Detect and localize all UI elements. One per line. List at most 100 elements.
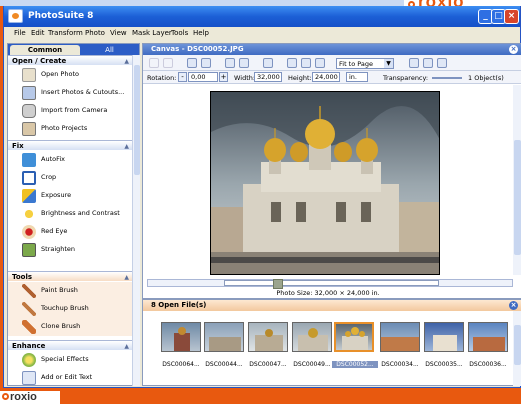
open-photo-icon [22,68,36,82]
thumbnail[interactable] [468,322,508,352]
item-brightness-contrast[interactable]: Brightness and Contrast [8,205,132,223]
menu-file[interactable]: File [14,29,26,37]
rotation-plus-button[interactable]: + [219,72,228,82]
item-import-camera[interactable]: Import from Camera [8,102,132,120]
text-icon [22,371,36,385]
height-field[interactable]: 24,000 [312,72,340,82]
red-eye-icon [22,225,36,239]
autofix-icon [22,153,36,167]
crop-icon [22,171,36,185]
transparency-slider[interactable] [432,77,462,79]
item-autofix[interactable]: AutoFix [8,151,132,169]
zoom-out-icon[interactable] [301,58,311,68]
thumbnail-caption-selected: DSC00052... [332,361,378,368]
section-enhance[interactable]: Enhance ▲ [8,340,132,350]
flip-vertical-icon[interactable] [201,58,211,68]
transparency-label: Transparency: [383,74,429,82]
canvas-horizontal-thumb[interactable] [224,279,439,289]
item-crop[interactable]: Crop [8,169,132,187]
flip-horizontal-icon[interactable] [187,58,197,68]
open-files-panel: 8 Open File(s) × DSC00064... DSC00044... … [142,299,521,386]
item-clone-brush[interactable]: Clone Brush [8,318,132,336]
thumbnail[interactable] [380,322,420,352]
touchup-brush-icon [22,302,36,316]
panel-scrollbar[interactable] [132,55,140,386]
item-straighten[interactable]: Straighten [8,241,132,259]
item-special-effects[interactable]: Special Effects [8,351,132,369]
menu-transform[interactable]: Transform [48,29,83,37]
rotate-left-icon[interactable] [225,58,235,68]
thumbnail[interactable] [204,322,244,352]
panel-tabs: Common All [8,44,139,55]
item-open-photo[interactable]: Open Photo [8,66,132,84]
zoom-actual-icon[interactable] [315,58,325,68]
menu-view[interactable]: View [110,29,127,37]
tab-common[interactable]: Common [10,45,80,55]
thumbnail[interactable] [248,322,288,352]
height-label: Height: [288,74,312,82]
thumbnail-caption: DSC00049... [293,361,331,368]
exposure-icon [22,189,36,203]
menu-mask-layer[interactable]: Mask Layer [132,29,172,37]
files-scrollbar[interactable] [513,311,521,386]
thumbnail-caption: DSC00047... [249,361,287,368]
rotation-field[interactable]: 0,00 [188,72,218,82]
menu-help[interactable]: Help [193,29,209,37]
thumbnail[interactable] [424,322,464,352]
title-bar: PhotoSuite 8 _ □ × [4,6,520,27]
redo-icon[interactable] [163,58,173,68]
canvas-vertical-thumb[interactable] [514,140,521,255]
photo-area [143,85,513,275]
thumbnail[interactable] [292,322,332,352]
thumbnail-caption: DSC00036... [469,361,507,368]
item-insert-photos[interactable]: Insert Photos & Cutouts... [8,84,132,102]
section-open-create[interactable]: Open / Create ▲ [8,55,132,65]
thumbnail-selected[interactable] [334,322,374,352]
align-icon[interactable] [263,58,273,68]
width-label: Width: [234,74,256,82]
rotation-label: Rotation: [147,74,177,82]
roxio-logo-icon [2,393,9,400]
item-exposure[interactable]: Exposure [8,187,132,205]
canvas-photo[interactable] [210,91,440,275]
undo-icon[interactable] [149,58,159,68]
rotation-minus-button[interactable]: - [178,72,187,82]
print-icon[interactable] [423,58,433,68]
save-icon[interactable] [409,58,419,68]
photosuite-app-icon [8,9,23,23]
email-icon[interactable] [437,58,447,68]
item-red-eye[interactable]: Red Eye [8,223,132,241]
thumbnail-caption: DSC00034... [381,361,419,368]
menu-tools[interactable]: Tools [171,29,188,37]
item-add-edit-text[interactable]: Add or Edit Text [8,369,132,387]
tab-all[interactable]: All [82,45,137,55]
close-button[interactable]: × [504,9,519,24]
files-close-icon[interactable]: × [509,301,518,310]
zoom-select[interactable]: Fit to Page ▼ [336,58,394,69]
properties-bar: Rotation: - 0,00 + Width: 32,000 Height:… [143,71,521,84]
open-files-title: 8 Open File(s) × [143,300,521,311]
unit-select[interactable]: in. [346,72,368,82]
panel-scroll-thumb[interactable] [134,65,140,175]
special-effects-icon [22,353,36,367]
item-photo-projects[interactable]: Photo Projects [8,120,132,138]
desktop-bottom-bar [0,388,521,404]
straighten-icon [22,243,36,257]
item-paint-brush[interactable]: Paint Brush [8,282,132,300]
menu-edit[interactable]: Edit [31,29,45,37]
item-touchup-brush[interactable]: Touchup Brush [8,300,132,318]
canvas-horizontal-scrollbar[interactable] [147,279,513,289]
section-tools[interactable]: Tools ▲ [8,271,132,281]
zoom-in-icon[interactable] [287,58,297,68]
width-field[interactable]: 32,000 [254,72,282,82]
chevron-down-icon[interactable]: ▼ [384,59,393,68]
files-scroll-thumb[interactable] [514,325,521,365]
rotate-right-icon[interactable] [239,58,249,68]
scroll-knob[interactable] [273,279,283,289]
section-fix[interactable]: Fix ▲ [8,140,132,150]
thumbnail[interactable] [161,322,201,352]
menu-photo[interactable]: Photo [85,29,105,37]
photo-size-label: Photo Size: 32,000 × 24,000 in. [276,289,380,297]
canvas-close-icon[interactable]: × [509,45,518,54]
canvas-vertical-scrollbar[interactable] [513,85,521,275]
